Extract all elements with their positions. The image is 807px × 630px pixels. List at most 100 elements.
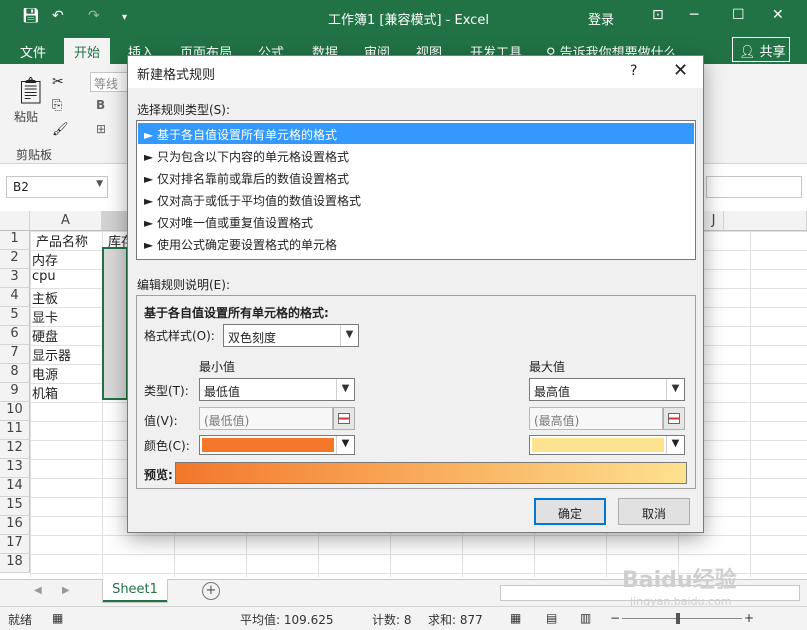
- row-header[interactable]: 3: [0, 269, 30, 288]
- maximum-color-picker[interactable]: ▼: [529, 435, 685, 455]
- rule-type-item[interactable]: ► 只为包含以下内容的单元格设置格式: [138, 145, 694, 166]
- row-header[interactable]: 11: [0, 421, 30, 440]
- status-sum: 求和: 877: [428, 613, 483, 627]
- chevron-down-icon[interactable]: ▼: [336, 379, 354, 400]
- cell-a3[interactable]: cpu: [30, 269, 56, 288]
- share-button[interactable]: 👤︎ 共享: [732, 37, 790, 62]
- cell-a7[interactable]: 显示器: [30, 345, 71, 364]
- maximum-range-picker-button[interactable]: [663, 407, 685, 430]
- minimum-type-select[interactable]: 最低值 ▼: [199, 378, 355, 401]
- row-header[interactable]: 6: [0, 326, 30, 345]
- row-header[interactable]: 12: [0, 440, 30, 459]
- row-header[interactable]: 8: [0, 364, 30, 383]
- name-box-value: B2: [13, 180, 29, 194]
- sheet-tab-sheet1[interactable]: Sheet1: [102, 579, 168, 603]
- chevron-down-icon[interactable]: ▼: [340, 325, 358, 346]
- page-layout-view-icon[interactable]: ▤: [546, 611, 557, 625]
- format-painter-icon[interactable]: 🖌︎: [52, 122, 69, 137]
- minimum-range-picker-button[interactable]: [333, 407, 355, 430]
- zoom-slider-thumb[interactable]: [676, 613, 680, 624]
- paste-label[interactable]: 粘贴: [14, 108, 38, 125]
- customize-qat-icon[interactable]: ▾: [122, 12, 127, 23]
- add-sheet-button[interactable]: +: [202, 582, 220, 600]
- selected-range[interactable]: [102, 247, 128, 400]
- save-icon[interactable]: 💾︎: [22, 8, 40, 24]
- rule-type-item[interactable]: ► 基于各自值设置所有单元格的格式: [138, 123, 694, 144]
- row-header[interactable]: 16: [0, 516, 30, 535]
- cell-a8[interactable]: 电源: [30, 364, 58, 383]
- macro-record-icon[interactable]: ▦: [52, 611, 63, 625]
- zoom-slider[interactable]: [622, 618, 742, 619]
- minimum-value-input[interactable]: (最低值): [199, 407, 333, 430]
- column-header-a[interactable]: A: [30, 211, 102, 231]
- row-header[interactable]: 2: [0, 250, 30, 269]
- minimize-button[interactable]: ─: [690, 7, 698, 23]
- cell-a6[interactable]: 硬盘: [30, 326, 58, 345]
- rule-type-list[interactable]: ► 基于各自值设置所有单元格的格式 ► 只为包含以下内容的单元格设置格式 ► 仅…: [136, 120, 696, 260]
- rule-type-item[interactable]: ► 仅对高于或低于平均值的数值设置格式: [138, 189, 694, 210]
- redo-icon[interactable]: ↷: [88, 8, 100, 24]
- rule-type-item[interactable]: ► 仅对排名靠前或靠后的数值设置格式: [138, 167, 694, 188]
- bold-button[interactable]: B: [96, 98, 105, 112]
- maximum-value-input[interactable]: (最高值): [529, 407, 663, 430]
- cell-a5[interactable]: 显卡: [30, 307, 58, 326]
- cell-a9[interactable]: 机箱: [30, 383, 58, 402]
- border-icon[interactable]: ⊞: [96, 122, 106, 136]
- cell-a2[interactable]: 内存: [30, 250, 58, 269]
- status-average: 平均值: 109.625: [240, 613, 334, 627]
- formula-input[interactable]: [706, 176, 802, 198]
- row-header[interactable]: 5: [0, 307, 30, 326]
- normal-view-icon[interactable]: ▦: [510, 611, 521, 625]
- row-header[interactable]: 17: [0, 535, 30, 554]
- restore-button[interactable]: ☐: [732, 7, 745, 23]
- maximum-type-select[interactable]: 最高值 ▼: [529, 378, 685, 401]
- row-header[interactable]: 18: [0, 554, 30, 573]
- dialog-title: 新建格式规则: [137, 68, 216, 83]
- page-break-view-icon[interactable]: ▥: [580, 611, 591, 625]
- chevron-down-icon[interactable]: ▼: [96, 179, 103, 189]
- row-header[interactable]: 13: [0, 459, 30, 478]
- select-all-corner[interactable]: [0, 211, 30, 231]
- cancel-button[interactable]: 取消: [618, 498, 690, 525]
- login-link[interactable]: 登录: [588, 9, 614, 28]
- zoom-out-icon[interactable]: −: [610, 611, 620, 625]
- row-header[interactable]: 10: [0, 402, 30, 421]
- name-box[interactable]: B2 ▼: [6, 176, 108, 198]
- row-header[interactable]: 14: [0, 478, 30, 497]
- minimum-color-picker[interactable]: ▼: [199, 435, 355, 455]
- cell-a1[interactable]: 产品名称: [30, 231, 88, 250]
- font-name-box[interactable]: 等线: [90, 72, 130, 92]
- chevron-down-icon[interactable]: ▼: [336, 436, 354, 454]
- tab-file[interactable]: 文件: [20, 42, 46, 61]
- undo-icon[interactable]: ↶: [52, 8, 64, 24]
- row-header[interactable]: 4: [0, 288, 30, 307]
- rule-type-item[interactable]: ► 使用公式确定要设置格式的单元格: [138, 233, 694, 254]
- column-header-j[interactable]: J: [704, 211, 724, 231]
- column-header-k[interactable]: [724, 211, 807, 231]
- column-header-b[interactable]: [102, 211, 128, 231]
- cut-icon[interactable]: ✂: [52, 74, 64, 90]
- format-style-select[interactable]: 双色刻度 ▼: [223, 324, 359, 347]
- row-header[interactable]: 1: [0, 231, 30, 250]
- close-window-button[interactable]: ✕: [772, 7, 784, 23]
- chevron-down-icon[interactable]: ▼: [666, 436, 684, 454]
- baidu-watermark-url: jingyan.baidu.com: [630, 595, 732, 608]
- row-header[interactable]: 7: [0, 345, 30, 364]
- help-button[interactable]: ?: [630, 63, 637, 79]
- cell-a4[interactable]: 主板: [30, 288, 58, 307]
- tab-home[interactable]: 开始: [64, 38, 111, 64]
- zoom-in-icon[interactable]: +: [744, 611, 754, 625]
- copy-icon[interactable]: ⎘: [52, 98, 62, 113]
- scroll-left-icon[interactable]: ◀: [34, 585, 42, 596]
- row-header[interactable]: 15: [0, 497, 30, 516]
- rule-type-item[interactable]: ► 仅对唯一值或重复值设置格式: [138, 211, 694, 232]
- scroll-right-icon[interactable]: ▶: [62, 585, 70, 596]
- ok-button[interactable]: 确定: [534, 498, 606, 525]
- chevron-down-icon[interactable]: ▼: [666, 379, 684, 400]
- baidu-watermark: Baidu经验: [622, 568, 737, 593]
- row-header[interactable]: 9: [0, 383, 30, 402]
- edit-rule-label: 编辑规则说明(E):: [137, 278, 230, 292]
- dialog-close-button[interactable]: ✕: [673, 60, 688, 81]
- paste-icon[interactable]: 📋︎: [14, 76, 47, 106]
- ribbon-display-icon[interactable]: ⊡: [652, 7, 664, 23]
